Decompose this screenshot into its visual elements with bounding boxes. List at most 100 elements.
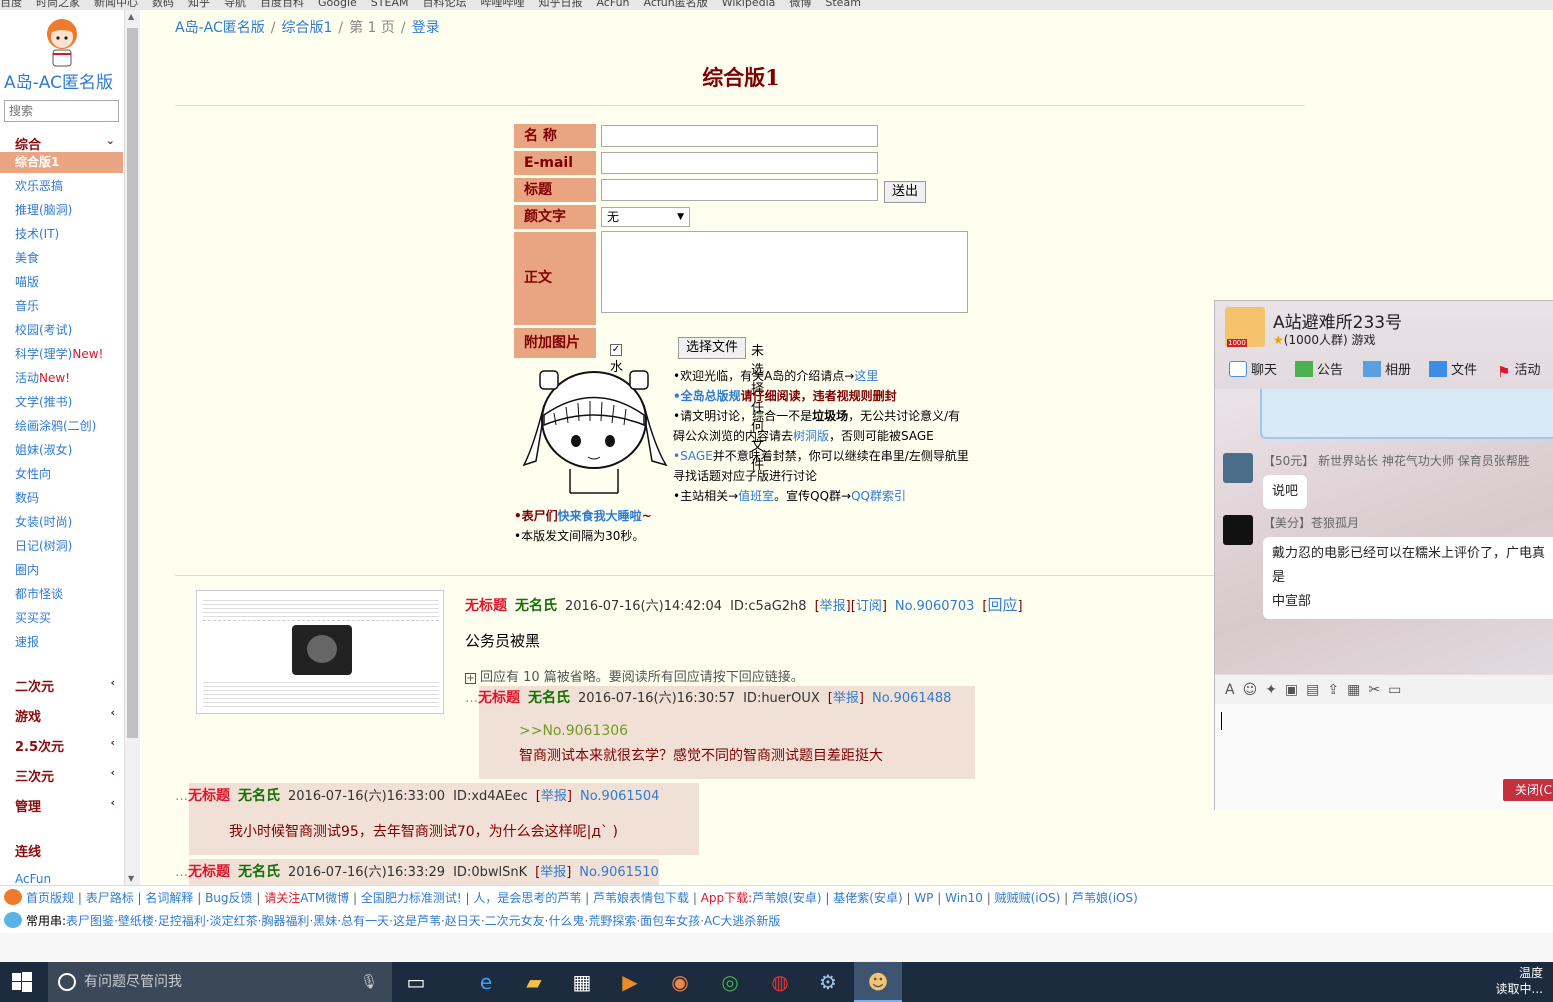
bookmark-item[interactable]: 知乎 (188, 0, 210, 8)
common-thread-link[interactable]: 胸器福利 (261, 914, 309, 928)
common-thread-link[interactable]: 壁纸楼 (118, 914, 154, 928)
common-thread-link[interactable]: AC大逃杀新版 (704, 914, 780, 928)
intro-link[interactable]: 这里 (854, 369, 878, 383)
shake-icon[interactable]: ✦ (1265, 682, 1285, 698)
body-textarea[interactable] (601, 231, 968, 313)
reply-number[interactable]: No.9061504 (580, 789, 659, 804)
sidebar-board-item[interactable]: 都市怪谈 (15, 585, 63, 602)
shared-image-preview[interactable] (1260, 389, 1553, 439)
common-thread-link[interactable]: 面包车女孩 (640, 914, 700, 928)
image-icon[interactable]: ▤ (1306, 682, 1327, 698)
footer-link[interactable]: ATM微博 (300, 891, 349, 905)
search-input[interactable] (4, 100, 119, 122)
footer-link[interactable]: 表尸路标 (86, 891, 134, 905)
bookmark-item[interactable]: Acfun匿名版 (644, 0, 708, 8)
footer-link[interactable]: Bug反馈 (205, 891, 252, 905)
sidebar-board-item[interactable]: 综合版1 (0, 152, 123, 173)
tab-album[interactable]: 相册 (1363, 359, 1411, 378)
common-thread-link[interactable]: 总有一天 (341, 914, 389, 928)
common-thread-link[interactable]: 黑妹 (313, 914, 337, 928)
title-field[interactable] (601, 179, 878, 201)
sidebar-board-item[interactable]: 活动New! (15, 369, 70, 386)
sidebar-board-item[interactable]: 女装(时尚) (15, 513, 72, 530)
windows-start-icon[interactable] (12, 972, 32, 992)
sidebar-board-item[interactable]: 姐妹(淑女) (15, 441, 72, 458)
group-avatar[interactable]: 1000 (1225, 307, 1265, 347)
scroll-up-arrow-icon[interactable]: ▲ (128, 12, 134, 21)
qq-input-box[interactable]: 关闭(C (1215, 704, 1553, 810)
steam-icon[interactable]: ⚙ (804, 962, 852, 1002)
reply-quote[interactable]: >>No.9061306 (519, 723, 628, 739)
report-link[interactable]: 举报 (540, 865, 566, 880)
reply-number[interactable]: No.9061510 (579, 865, 658, 880)
sidebar-board-item[interactable]: 欢乐恶搞 (15, 177, 63, 194)
kaomoji-select[interactable]: 无 ▼ (601, 207, 690, 227)
sidebar-board-item[interactable]: 圈内 (15, 561, 39, 578)
tab-activity[interactable]: ⚑ 活动 (1497, 359, 1540, 381)
gift-icon[interactable]: ▣ (1285, 682, 1306, 698)
footer-link[interactable]: 人，是会思考的芦苇 (473, 891, 581, 905)
breadcrumb-board[interactable]: 综合版1 (281, 20, 332, 36)
netease-icon[interactable]: ◍ (756, 962, 804, 1002)
bookmark-item[interactable]: 导航 (224, 0, 246, 8)
sidebar-scrollbar[interactable]: ▲ ▼ (124, 10, 140, 885)
bookmark-item[interactable]: 数码 (152, 0, 174, 8)
common-thread-link[interactable]: 这是芦苇 (393, 914, 441, 928)
sidebar-board-item[interactable]: 速报 (15, 633, 39, 650)
qq-app-icon[interactable]: ☻ (854, 962, 902, 1002)
bookmark-item[interactable]: 百科论坛 (422, 0, 466, 8)
member-avatar[interactable] (1223, 453, 1253, 483)
checkbox-check-icon[interactable]: ✓ (610, 344, 622, 356)
sidebar-board-item[interactable]: 推理(脑洞) (15, 201, 72, 218)
more-icon[interactable]: ▭ (1388, 682, 1409, 698)
sidebar-board-item[interactable]: 音乐 (15, 297, 39, 314)
bookmark-item[interactable]: 百度 (0, 0, 22, 8)
footer-link[interactable]: 贼贼贼(iOS) (995, 891, 1061, 905)
footer-link[interactable]: 全国肥力标准测试! (361, 891, 462, 905)
category-6[interactable]: 连线 (15, 841, 115, 860)
close-button[interactable]: 关闭(C (1503, 779, 1553, 801)
tab-announcement[interactable]: 公告 (1295, 359, 1343, 378)
subscribe-link[interactable]: 订阅 (856, 599, 882, 614)
briefcase-icon[interactable]: ▦ (1347, 682, 1368, 698)
footer-link[interactable]: 芦苇娘(iOS) (1072, 891, 1138, 905)
footer-link[interactable]: 名词解释 (145, 891, 193, 905)
sidebar-board-item[interactable]: 文学(推书) (15, 393, 72, 410)
qq-index-link[interactable]: QQ群索引 (851, 489, 906, 503)
category-1[interactable]: 二次元 ‹ (15, 676, 115, 695)
sidebar-board-item[interactable]: 绘画涂鸦(二创) (15, 417, 96, 434)
common-thread-link[interactable]: 足控福利 (158, 914, 206, 928)
cortana-search-box[interactable]: 有问题尽管问我 🎙 (48, 962, 392, 1002)
chrome-icon[interactable]: ◎ (706, 962, 754, 1002)
member-avatar[interactable] (1223, 515, 1253, 545)
sidebar-board-item[interactable]: 科学(理学)New! (15, 345, 103, 362)
footer-link[interactable]: Win10 (945, 891, 983, 905)
file-explorer-icon[interactable]: ▰ (510, 962, 558, 1002)
store-icon[interactable]: ▦ (558, 962, 606, 1002)
bookmark-item[interactable]: 百度百科 (260, 0, 304, 8)
font-icon[interactable]: A (1225, 682, 1243, 698)
rules-link[interactable]: •全岛总版规 (673, 389, 741, 403)
common-thread-link[interactable]: 淡定红茶 (210, 914, 258, 928)
footer-link[interactable]: 基佬紫(安卓) (833, 891, 902, 905)
send-button[interactable]: 送出 (884, 181, 926, 203)
footer-link[interactable]: WP (914, 891, 933, 905)
acfun-link[interactable]: AcFun (15, 872, 51, 885)
bookmark-item[interactable]: Google (318, 0, 357, 8)
sidebar-board-item[interactable]: 美食 (15, 249, 39, 266)
omitted-notice[interactable]: + 回应有 10 篇被省略。要阅读所有回应请按下回应链接。 (465, 666, 804, 685)
bookmark-item[interactable]: 知乎日报 (538, 0, 582, 8)
scrollbar-thumb[interactable] (127, 28, 138, 738)
scroll-down-arrow-icon[interactable]: ▼ (128, 874, 134, 883)
email-field[interactable] (601, 152, 878, 174)
sidebar-board-item[interactable]: 买买买 (15, 609, 51, 626)
bookmark-item[interactable]: AcFun (596, 0, 629, 8)
media-player-icon[interactable]: ▶ (606, 962, 654, 1002)
expand-plus-icon[interactable]: + (465, 673, 476, 684)
sidebar-board-item[interactable]: 数码 (15, 489, 39, 506)
reply-number[interactable]: No.9061488 (872, 691, 951, 706)
login-link[interactable]: 登录 (412, 20, 440, 36)
category-4[interactable]: 三次元 ‹ (15, 766, 115, 785)
footer-link[interactable]: 首页版规 (26, 891, 74, 905)
sidebar-board-item[interactable]: 喵版 (15, 273, 39, 290)
